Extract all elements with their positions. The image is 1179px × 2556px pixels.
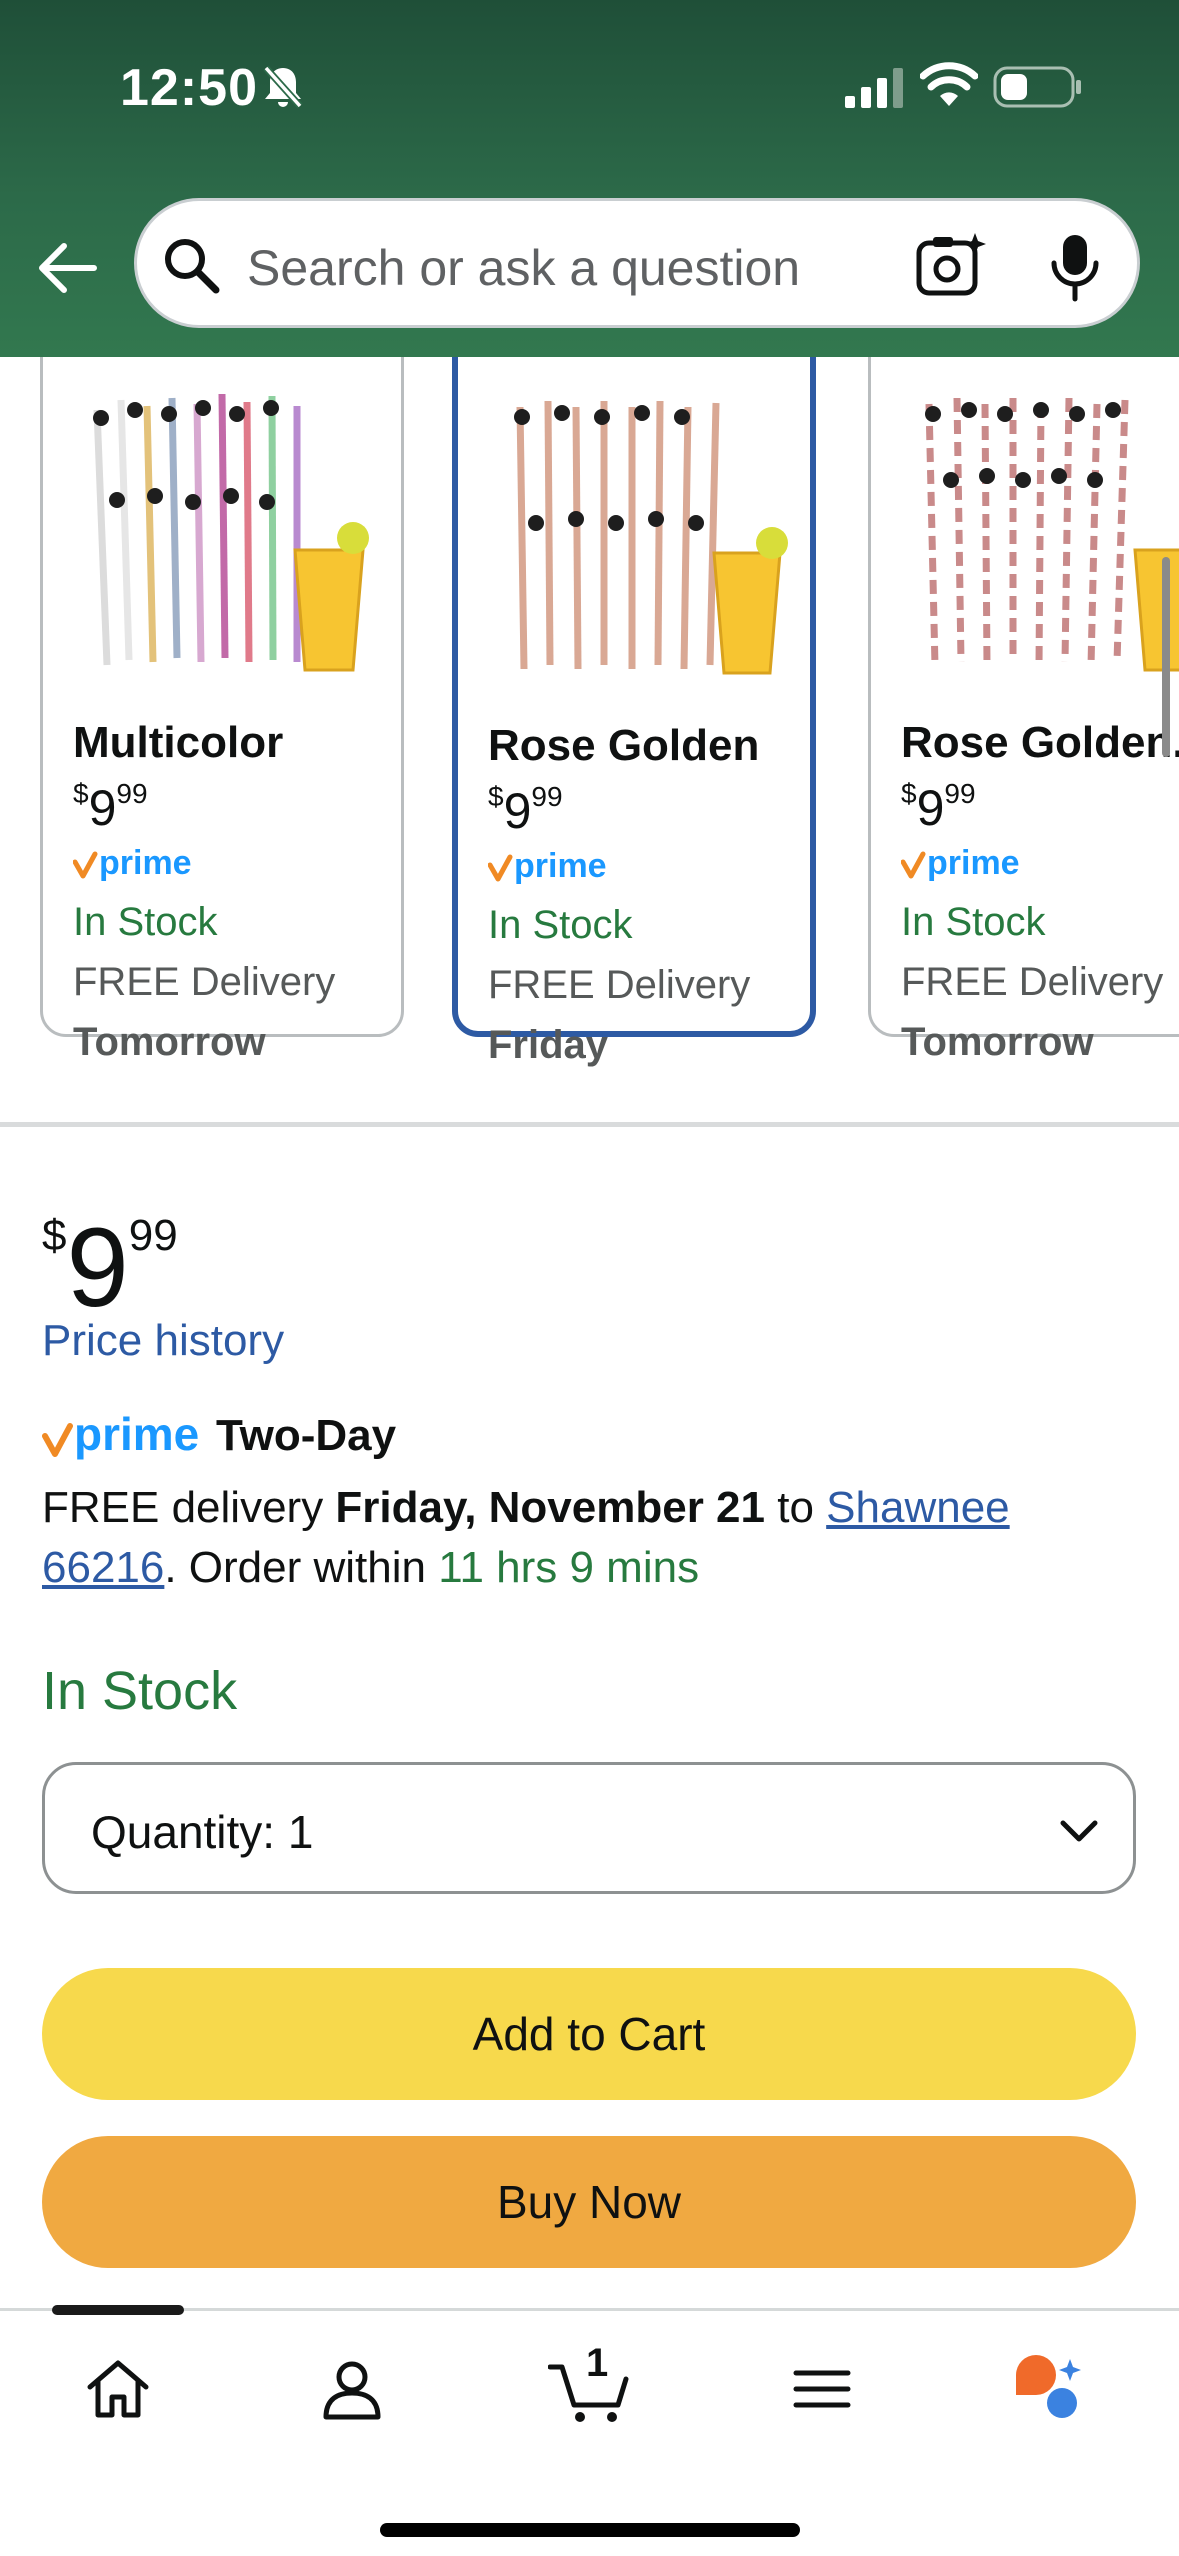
search-icon xyxy=(165,239,220,294)
add-to-cart-button[interactable]: Add to Cart xyxy=(42,1968,1136,2100)
battery-icon xyxy=(993,66,1081,108)
variant-stock: In Stock xyxy=(488,903,633,947)
variant-price: $999 xyxy=(73,778,148,836)
prime-logo-icon: prime xyxy=(488,847,607,885)
delivery-message: FREE delivery Friday, November 21 to Sha… xyxy=(42,1483,1010,1592)
signal-icon xyxy=(845,68,903,108)
back-arrow-icon[interactable] xyxy=(34,238,98,298)
order-countdown: 11 hrs 9 mins xyxy=(438,1543,700,1592)
microphone-icon[interactable] xyxy=(1049,233,1101,303)
account-icon[interactable] xyxy=(316,2353,388,2425)
variant-stock: In Stock xyxy=(73,900,218,944)
bottom-nav: 1 xyxy=(0,2305,1179,2556)
variant-price: $999 xyxy=(901,778,976,836)
quantity-dropdown[interactable]: Quantity: 1 xyxy=(42,1762,1136,1894)
variant-carousel[interactable]: Multicolor $999 prime In Stock FREE Deli… xyxy=(0,357,1179,1127)
variant-delivery: FREE Delivery xyxy=(488,963,751,1007)
delivery-zip-link[interactable]: 66216 xyxy=(42,1543,164,1592)
variant-card[interactable]: Rose Golden... $999 prime In Stock FREE … xyxy=(868,357,1179,1064)
section-divider xyxy=(0,1122,1179,1127)
variant-delivery-day: Tomorrow xyxy=(901,1020,1094,1064)
buy-now-button[interactable]: Buy Now xyxy=(42,2136,1136,2268)
wifi-icon xyxy=(920,62,978,106)
variant-name: Rose Golden xyxy=(488,721,760,770)
bell-muted-icon xyxy=(263,65,303,109)
variant-name: Rose Golden... xyxy=(901,718,1179,767)
prime-speed: Two-Day xyxy=(216,1411,397,1460)
scroll-indicator xyxy=(1162,557,1170,757)
home-icon[interactable] xyxy=(82,2353,154,2425)
variant-delivery: FREE Delivery xyxy=(73,960,336,1004)
camera-lens-icon[interactable] xyxy=(915,231,987,299)
svg-text:prime: prime xyxy=(99,844,192,882)
variant-card-selected[interactable]: Rose Golden $999 prime In Stock FREE Del… xyxy=(452,357,816,1067)
app-header: 12:50 Search or ask a question xyxy=(0,0,1179,357)
active-tab-indicator xyxy=(52,2305,184,2315)
prime-logo-icon: prime xyxy=(42,1408,199,1460)
home-indicator[interactable] xyxy=(380,2523,800,2537)
prime-logo-icon: prime xyxy=(73,844,192,882)
prime-delivery-badge: prime Two-Day xyxy=(42,1408,396,1464)
variant-delivery-day: Tomorrow xyxy=(73,1020,266,1064)
search-input[interactable]: Search or ask a question xyxy=(247,239,800,297)
search-bar[interactable]: Search or ask a question xyxy=(134,198,1140,328)
svg-text:prime: prime xyxy=(514,847,607,885)
product-thumbnail xyxy=(93,393,369,672)
chevron-down-icon xyxy=(1060,1820,1098,1842)
product-price: $999 xyxy=(42,1205,178,1330)
variant-name: Multicolor xyxy=(73,718,284,767)
variant-stock: In Stock xyxy=(901,900,1046,944)
status-time: 12:50 xyxy=(120,59,258,117)
menu-icon[interactable] xyxy=(786,2353,858,2425)
svg-text:prime: prime xyxy=(74,1408,199,1460)
price-history-link[interactable]: Price history xyxy=(42,1316,284,1366)
stock-status: In Stock xyxy=(42,1661,238,1721)
svg-text:prime: prime xyxy=(927,844,1020,882)
delivery-location-link[interactable]: Shawnee xyxy=(826,1483,1009,1532)
variant-price: $999 xyxy=(488,781,563,839)
rufus-ai-icon[interactable] xyxy=(1012,2353,1084,2425)
quantity-label: Quantity: 1 xyxy=(91,1806,314,1858)
variant-card[interactable]: Multicolor $999 prime In Stock FREE Deli… xyxy=(40,357,404,1064)
prime-logo-icon: prime xyxy=(901,844,1020,882)
variant-delivery-day: Friday xyxy=(488,1023,609,1067)
variant-delivery: FREE Delivery xyxy=(901,960,1164,1004)
delivery-date: Friday, November 21 xyxy=(335,1483,766,1532)
product-thumbnail xyxy=(514,400,788,675)
product-thumbnail xyxy=(925,397,1179,672)
cart-count-badge: 1 xyxy=(586,2341,609,2385)
